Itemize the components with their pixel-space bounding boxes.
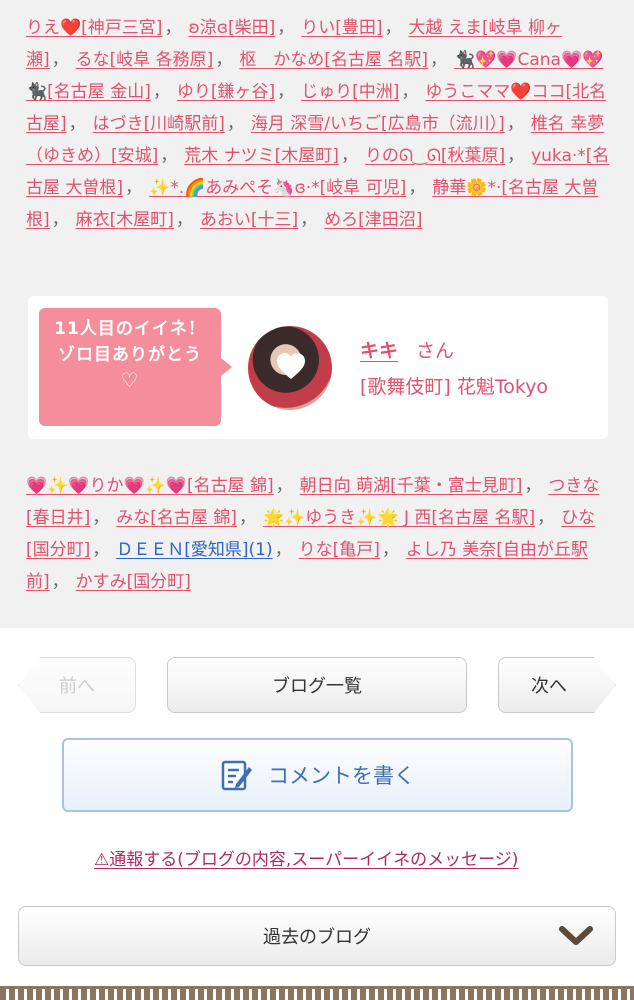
separator: ，: [215, 50, 233, 70]
separator: ，: [92, 540, 110, 560]
heart-icon: [277, 353, 305, 379]
separator: ，: [277, 82, 295, 102]
separator: ，: [384, 18, 402, 38]
liker-link[interactable]: めろ[津田沼]: [324, 210, 422, 230]
avatar[interactable]: [248, 326, 332, 410]
liker-link[interactable]: りえ❤️[神戸三宮]: [26, 18, 162, 38]
liker-link[interactable]: ＤＥＥＮ[愛知県](1): [116, 540, 272, 560]
milestone-like-card: 11人目のイイネ！ ゾロ目ありがとう ♡ キキ さん [歌舞伎町] 花魁Tokyo: [28, 296, 608, 439]
separator: ，: [524, 476, 542, 496]
separator: ，: [275, 476, 293, 496]
prev-button: 前へ: [18, 657, 136, 713]
liker-link[interactable]: りのᘏ‿ᘏ[秋葉原]: [365, 146, 505, 166]
separator: ，: [408, 178, 426, 198]
liker-link[interactable]: じゅり[中洲]: [301, 82, 399, 102]
ribbon-heart-icon: ♡: [120, 368, 140, 392]
separator: ，: [51, 50, 69, 70]
liker-link[interactable]: 麻衣[木屋町]: [76, 210, 174, 230]
separator: ，: [506, 114, 524, 134]
liker-link[interactable]: ʚ涼ɞ[柴田]: [188, 18, 275, 38]
separator: ，: [429, 50, 447, 70]
separator: ，: [401, 82, 419, 102]
super-like-list-top: りえ❤️[神戸三宮]， ʚ涼ɞ[柴田]，りい[豊田]，大越 えま[岐阜 柳ヶ瀬]，…: [0, 0, 634, 282]
separator: ，: [537, 508, 555, 528]
liker-name-link[interactable]: キキ: [360, 340, 398, 362]
liker-link[interactable]: 海月 深雪/いちご[広島市（流川）]: [251, 114, 505, 134]
separator: ，: [507, 146, 525, 166]
separator: ，: [92, 508, 110, 528]
liker-link[interactable]: 荒木 ナツミ[木屋町]: [184, 146, 339, 166]
liker-link[interactable]: りい[豊田]: [301, 18, 382, 38]
ribbon-line-2: ゾロ目ありがとう: [58, 345, 202, 365]
write-comment-label: コメントを書く: [268, 764, 415, 788]
liker-link[interactable]: あおい[十三]: [200, 210, 298, 230]
separator: ，: [51, 572, 69, 592]
past-blogs-button[interactable]: 過去のブログ: [18, 906, 616, 966]
liker-link[interactable]: 🌟✨ゆうき✨🌟 J 西[名古屋 名駅]: [263, 508, 535, 528]
separator: ，: [125, 178, 143, 198]
separator: ，: [381, 540, 399, 560]
blog-list-button[interactable]: ブログ一覧: [167, 657, 467, 713]
liker-link[interactable]: るな[岐阜 各務原]: [76, 50, 214, 70]
liker-link[interactable]: ゆり[鎌ヶ谷]: [177, 82, 275, 102]
past-blogs-label: 過去のブログ: [263, 927, 371, 948]
chevron-down-icon: [559, 926, 593, 945]
separator: ，: [277, 18, 295, 38]
liker-link[interactable]: かすみ[国分町]: [76, 572, 191, 592]
liker-link[interactable]: 枢 かなめ[名古屋 名駅]: [239, 50, 428, 70]
liker-link[interactable]: 朝日向 萌湖[千葉・富士見町]: [300, 476, 523, 496]
separator: ，: [160, 146, 178, 166]
separator: ，: [175, 210, 193, 230]
liker-link[interactable]: はづき[川崎駅前]: [93, 114, 225, 134]
liker-name-line: キキ さん: [360, 336, 454, 363]
separator: ，: [238, 508, 256, 528]
separator: ，: [152, 82, 170, 102]
separator: ，: [340, 146, 358, 166]
liker-link[interactable]: りな[亀戸]: [299, 540, 380, 560]
ribbon-line-1: 11人目のイイネ！: [54, 319, 206, 339]
liker-link[interactable]: 💗✨💗りか💗✨💗[名古屋 錦]: [26, 476, 274, 496]
pencil-note-icon: [221, 760, 252, 791]
separator: ，: [226, 114, 244, 134]
liker-shop: [歌舞伎町] 花魁Tokyo: [360, 376, 549, 398]
honorific: さん: [416, 340, 455, 362]
write-comment-button[interactable]: コメントを書く: [62, 738, 573, 812]
report-link[interactable]: ⚠通報する(ブログの内容,スーパーイイネのメッセージ): [94, 845, 518, 870]
separator: ，: [68, 114, 86, 134]
super-like-list-bottom: 💗✨💗りか💗✨💗[名古屋 錦]，朝日向 萌湖[千葉・富士見町]，つきな[春日井]…: [0, 448, 634, 638]
liker-link[interactable]: ✨*.🌈あみぺそ🦄ɞ·*[岐阜 可児]: [149, 178, 406, 198]
decorative-border: [0, 986, 634, 1000]
milestone-ribbon: 11人目のイイネ！ ゾロ目ありがとう ♡: [39, 308, 232, 426]
liker-link[interactable]: みな[名古屋 錦]: [116, 508, 237, 528]
separator: ，: [300, 210, 318, 230]
separator: ，: [274, 540, 292, 560]
separator: ，: [164, 18, 182, 38]
next-button[interactable]: 次へ: [498, 657, 616, 713]
separator: ，: [51, 210, 69, 230]
